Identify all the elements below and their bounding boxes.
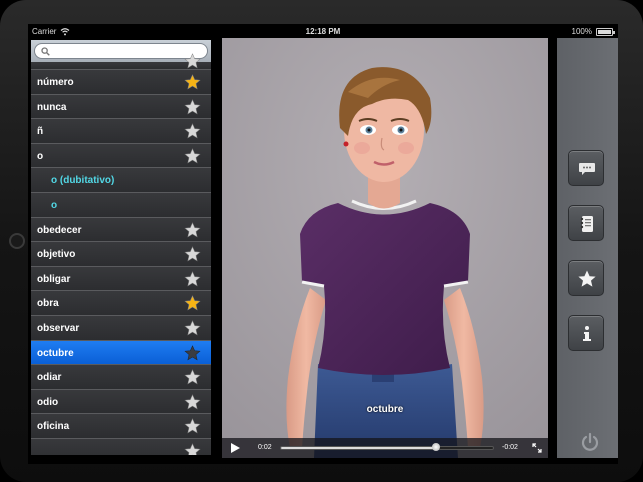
- favorite-star-icon[interactable]: [184, 344, 201, 361]
- list-item[interactable]: oficina: [31, 414, 211, 439]
- favorites-button[interactable]: [568, 260, 604, 296]
- bezel-camera: [9, 233, 25, 249]
- scrubber-progress: [281, 447, 436, 449]
- info-icon: [583, 326, 591, 341]
- play-icon[interactable]: [230, 443, 240, 453]
- list-item[interactable]: [31, 438, 211, 455]
- star-icon: [578, 270, 596, 287]
- list-item[interactable]: odiar: [31, 365, 211, 390]
- fullscreen-icon[interactable]: [532, 443, 542, 453]
- search-input[interactable]: [53, 44, 203, 58]
- list-item[interactable]: odio: [31, 389, 211, 415]
- list-item[interactable]: obedecer: [31, 217, 211, 243]
- list-item-label: odio: [37, 396, 59, 408]
- list-item[interactable]: nunca: [31, 94, 211, 120]
- video-caption: octubre: [366, 404, 404, 415]
- screen: Carrier 12:18 PM 100% número nunca ñ o o…: [28, 24, 618, 464]
- info-button[interactable]: [568, 315, 604, 351]
- favorite-star-icon[interactable]: [184, 369, 201, 385]
- favorite-star-icon[interactable]: [184, 295, 201, 311]
- list-item-label: observar: [37, 322, 80, 334]
- list-item[interactable]: obligar: [31, 266, 211, 292]
- notebook-button[interactable]: [568, 205, 604, 241]
- chat-icon: [579, 163, 595, 175]
- video-controls: 0:02 -0:02: [222, 438, 548, 458]
- scrubber-knob[interactable]: [431, 443, 440, 451]
- list-item[interactable]: o: [31, 192, 211, 218]
- elapsed-time: 0:02: [258, 444, 272, 451]
- list-item-label: número: [37, 77, 74, 88]
- favorite-star-icon[interactable]: [184, 393, 201, 410]
- list-item-label: obligar: [37, 273, 71, 285]
- favorite-star-icon[interactable]: [184, 148, 201, 164]
- right-toolbar: [557, 38, 618, 458]
- list-item-label: odiar: [37, 372, 62, 384]
- power-icon[interactable]: [580, 432, 600, 452]
- list-item[interactable]: ñ: [31, 119, 211, 144]
- list-item-label: o (dubitativo): [51, 175, 115, 187]
- favorite-star-icon[interactable]: [184, 74, 201, 90]
- list-item-label: octubre: [37, 347, 74, 359]
- list-item-label: objetivo: [37, 249, 76, 261]
- favorite-star-icon[interactable]: [184, 443, 201, 455]
- favorite-star-icon[interactable]: [184, 123, 201, 139]
- search-field[interactable]: [34, 43, 208, 59]
- list-item-label: obra: [37, 298, 59, 310]
- word-list: número nunca ñ o o (dubitativo) o obedecer obje…: [31, 53, 211, 455]
- list-item-label: nunca: [37, 101, 67, 113]
- video-scrubber[interactable]: [280, 443, 494, 451]
- list-item-label: oficina: [37, 421, 70, 433]
- list-item[interactable]: o (dubitativo): [31, 168, 211, 193]
- word-list-panel: número nunca ñ o o (dubitativo) o obedecer obje…: [31, 40, 211, 455]
- remaining-time: -0:02: [502, 444, 518, 451]
- notebook-icon: [580, 216, 593, 232]
- list-item[interactable]: [31, 53, 211, 70]
- list-item-label: o: [37, 150, 44, 162]
- sign-video-player[interactable]: octubre 0:02 -0:02: [222, 38, 548, 458]
- list-item[interactable]: número: [31, 70, 211, 95]
- favorite-star-icon[interactable]: [184, 53, 201, 69]
- list-item[interactable]: observar: [31, 315, 211, 341]
- list-item[interactable]: octubre: [31, 340, 211, 366]
- avatar-figure: [222, 38, 548, 458]
- favorite-star-icon[interactable]: [184, 98, 201, 115]
- ipad-bezel: Carrier 12:18 PM 100% número nunca ñ o o…: [0, 0, 643, 482]
- list-item-label: o: [51, 199, 58, 211]
- list-item-label: obedecer: [37, 224, 82, 236]
- chat-button[interactable]: [568, 150, 604, 186]
- list-item[interactable]: obra: [31, 291, 211, 316]
- favorite-star-icon[interactable]: [184, 246, 201, 262]
- favorite-star-icon[interactable]: [184, 320, 201, 336]
- list-item-label: ñ: [37, 126, 44, 138]
- battery-icon: [596, 28, 615, 36]
- favorite-star-icon[interactable]: [184, 418, 201, 434]
- search-icon: [41, 47, 50, 56]
- list-item[interactable]: objetivo: [31, 242, 211, 267]
- favorite-star-icon[interactable]: [184, 270, 201, 287]
- favorite-star-icon[interactable]: [184, 221, 201, 238]
- list-item[interactable]: o: [31, 143, 211, 169]
